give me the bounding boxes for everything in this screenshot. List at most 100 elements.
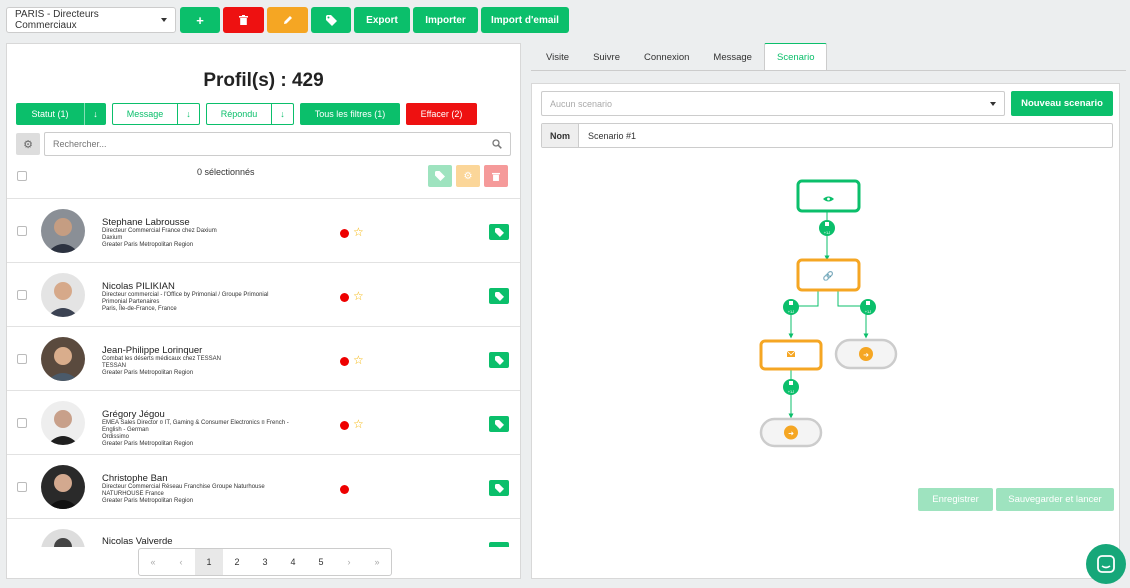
star-icon[interactable]: ☆ (353, 417, 364, 431)
row-tag-button[interactable] (489, 224, 509, 240)
edit-button[interactable] (267, 7, 308, 33)
flow-node-connect: 🔗 (796, 258, 861, 292)
avatar (41, 209, 85, 253)
all-filters-label: Tous les filtres (1) (314, 109, 386, 119)
profiles-count-title: Profil(s) : 429 (203, 70, 324, 91)
row-tag-button[interactable] (489, 542, 509, 547)
profile-name[interactable]: Christophe Ban (102, 473, 167, 484)
link-icon: 🔗 (823, 270, 834, 282)
delete-button[interactable] (223, 7, 264, 33)
flow-node-exit: ➜ (759, 417, 823, 448)
tab-visite[interactable]: Visite (534, 43, 581, 71)
filter-statut-button[interactable]: Statut (1) ↓ (16, 103, 106, 125)
row-tag-button[interactable] (489, 416, 509, 432)
status-dot (340, 357, 349, 366)
profile-detail-line: EMEA Sales Director ¤ IT, Gaming & Consu… (102, 420, 289, 426)
pagination: « ‹ 1 2 3 4 5 › » (138, 548, 392, 576)
chat-launcher-button[interactable] (1086, 544, 1126, 584)
filter-message-button[interactable]: Message ↓ (112, 103, 200, 125)
tag-button[interactable] (311, 7, 351, 33)
save-and-launch-button[interactable]: Sauvegarder et lancer (996, 488, 1114, 511)
page-button[interactable]: 3 (251, 549, 279, 575)
profile-detail-line: Greater Paris Metropolitan Region (102, 498, 194, 504)
filter-repondu-button[interactable]: Répondu ↓ (206, 103, 294, 125)
row-checkbox[interactable] (17, 482, 27, 492)
svg-text:+1J: +1J (865, 309, 872, 314)
tag-icon (494, 419, 504, 429)
profile-details: Directeur Commercial Réseau Franchise Gr… (102, 484, 327, 505)
last-page-button[interactable]: » (363, 549, 391, 575)
profile-name[interactable]: Nicolas PILIKIAN (102, 281, 175, 292)
clear-filters-label: Effacer (2) (420, 109, 463, 119)
save-button[interactable]: Enregistrer (918, 488, 993, 511)
profile-name[interactable]: Grégory Jégou (102, 409, 165, 420)
filter-statut-label: Statut (1) (31, 109, 69, 119)
export-button[interactable]: Export (354, 7, 410, 33)
row-tag-button[interactable] (489, 288, 509, 304)
tab-connexion[interactable]: Connexion (632, 43, 701, 71)
bulk-settings-button[interactable]: ⚙ (456, 165, 480, 187)
detail-tabs: Visite Suivre Connexion Message Scenario (534, 43, 828, 71)
page-button[interactable]: 2 (223, 549, 251, 575)
page-button[interactable]: 4 (279, 549, 307, 575)
profile-row[interactable]: Jean-Philippe Lorinquer Combat les déser… (7, 326, 520, 390)
tab-divider (531, 70, 1126, 71)
select-all-checkbox[interactable] (17, 171, 27, 181)
scenario-name-label: Nom (542, 124, 579, 147)
row-tag-button[interactable] (489, 352, 509, 368)
profile-details: EMEA Sales Director ¤ IT, Gaming & Consu… (102, 420, 327, 448)
bulk-delete-button[interactable] (484, 165, 508, 187)
svg-text:+1J: +1J (824, 230, 831, 235)
status-dot (340, 421, 349, 430)
new-scenario-button[interactable]: Nouveau scenario (1011, 91, 1113, 116)
all-filters-button[interactable]: Tous les filtres (1) (300, 103, 400, 125)
page-button[interactable]: 5 (307, 549, 335, 575)
profile-row[interactable]: Grégory Jégou EMEA Sales Director ¤ IT, … (7, 390, 520, 454)
exit-icon: ➜ (788, 430, 794, 438)
star-icon[interactable]: ☆ (353, 289, 364, 303)
add-button[interactable]: + (180, 7, 220, 33)
scenario-select[interactable]: Aucun scenario (541, 91, 1005, 116)
profile-name[interactable]: Stephane Labrousse (102, 217, 190, 228)
row-checkbox[interactable] (17, 226, 27, 236)
star-icon[interactable]: ☆ (353, 225, 364, 239)
tab-suivre[interactable]: Suivre (581, 43, 632, 71)
tab-message[interactable]: Message (701, 43, 764, 71)
row-checkbox[interactable] (17, 290, 27, 300)
row-tag-button[interactable] (489, 480, 509, 496)
profile-detail-line: Directeur commercial - l'Office by Primo… (102, 292, 269, 298)
arrow-down-icon: ↓ (271, 104, 293, 124)
search-icon[interactable] (492, 139, 502, 149)
next-page-button[interactable]: › (335, 549, 363, 575)
profile-detail-line: Greater Paris Metropolitan Region (102, 242, 194, 248)
profile-name[interactable]: Nicolas Valverde (102, 536, 173, 547)
row-checkbox[interactable] (17, 418, 27, 428)
import-email-button[interactable]: Import d'email (481, 7, 569, 33)
import-email-label: Import d'email (491, 14, 559, 26)
star-icon[interactable]: ☆ (353, 353, 364, 367)
flow-node-message (759, 339, 823, 371)
page-button[interactable]: 1 (195, 549, 223, 575)
prev-page-button[interactable]: ‹ (167, 549, 195, 575)
profile-row[interactable]: Nicolas PILIKIAN Directeur commercial - … (7, 262, 520, 326)
tab-scenario[interactable]: Scenario (763, 43, 828, 71)
profile-row[interactable]: Nicolas Valverde (7, 518, 520, 547)
row-checkbox[interactable] (17, 354, 27, 364)
import-button[interactable]: Importer (413, 7, 478, 33)
profile-detail-line: Directeur Commercial Réseau Franchise Gr… (102, 484, 265, 490)
list-select[interactable]: PARIS - Directeurs Commerciaux (6, 7, 176, 33)
profile-name[interactable]: Jean-Philippe Lorinquer (102, 345, 202, 356)
search-input[interactable] (53, 139, 492, 149)
scenario-name-input[interactable]: Scenario #1 (579, 124, 1112, 147)
tag-icon (494, 227, 504, 237)
profile-row[interactable]: Stephane Labrousse Directeur Commercial … (7, 198, 520, 262)
profile-detail-line: Daxium (102, 235, 123, 241)
delay-badge: +1J (783, 299, 799, 315)
profile-detail-line: NATURHOUSE France (102, 491, 164, 497)
first-page-button[interactable]: « (139, 549, 167, 575)
exit-icon: ➜ (863, 351, 869, 359)
bulk-tag-button[interactable] (428, 165, 452, 187)
profile-row[interactable]: Christophe Ban Directeur Commercial Rése… (7, 454, 520, 518)
settings-button[interactable]: ⚙ (16, 133, 40, 155)
clear-filters-button[interactable]: Effacer (2) (406, 103, 477, 125)
